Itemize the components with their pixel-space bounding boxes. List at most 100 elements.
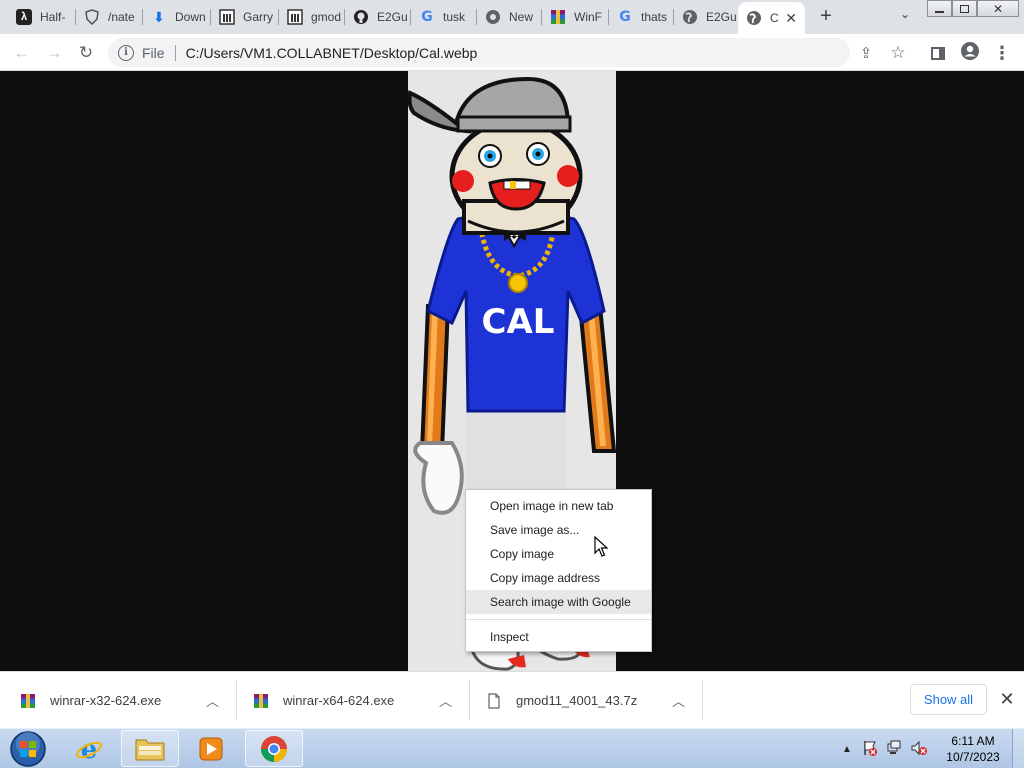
globe-icon xyxy=(682,9,698,25)
menu-item-inspect[interactable]: Inspect xyxy=(466,625,651,649)
mouse-cursor-icon xyxy=(594,536,608,557)
tab-e2guide-github[interactable]: E2Gu xyxy=(345,3,411,31)
half-life-icon: λ xyxy=(16,9,32,25)
tab-title: E2Gu xyxy=(377,10,408,24)
tab-title: Garry xyxy=(243,10,273,24)
side-panel-button[interactable] xyxy=(926,41,950,65)
google-icon: G xyxy=(421,9,433,25)
close-window-button[interactable]: ✕ xyxy=(977,0,1019,17)
url-text[interactable]: C:/Users/VM1.COLLABNET/Desktop/Cal.webp xyxy=(186,45,478,61)
tab-google-thats[interactable]: G thats xyxy=(609,3,673,31)
action-center-icon[interactable] xyxy=(862,740,878,759)
bookmark-button[interactable]: ☆ xyxy=(886,41,910,65)
start-button[interactable] xyxy=(4,730,52,768)
download-item[interactable]: winrar-x32-624.exe ︿ xyxy=(20,678,235,723)
chevron-up-icon[interactable]: ︿ xyxy=(439,691,452,710)
show-hidden-icons-icon[interactable]: ▲ xyxy=(842,744,852,755)
folder-icon xyxy=(135,739,165,760)
menu-item-copy-image[interactable]: Copy image xyxy=(466,542,651,566)
tab-title: tusk xyxy=(443,10,466,24)
tab-search-chevron-icon[interactable]: ⌄ xyxy=(896,7,914,25)
share-button[interactable]: ⇪ xyxy=(854,41,878,65)
restore-icon xyxy=(960,4,969,13)
tab-download[interactable]: ⬇ Down xyxy=(143,3,209,31)
menu-item-save-image-as[interactable]: Save image as... xyxy=(466,518,651,542)
new-tab-button[interactable]: + xyxy=(814,5,838,29)
chevron-up-icon[interactable]: ︿ xyxy=(672,691,685,710)
taskbar-file-explorer[interactable] xyxy=(121,730,179,767)
tab-gmod-wiki[interactable]: gmod xyxy=(279,3,343,31)
forward-button[interactable]: → xyxy=(42,41,66,65)
winrar-icon xyxy=(20,693,36,709)
back-button[interactable]: ← xyxy=(10,41,34,65)
google-icon: G xyxy=(619,9,631,25)
menu-item-search-image-google[interactable]: Search image with Google xyxy=(466,590,651,614)
tab-nate[interactable]: /nate xyxy=(76,3,140,31)
taskbar-clock[interactable]: 6:11 AM 10/7/2023 xyxy=(940,733,1006,765)
reload-button[interactable]: ↻ xyxy=(74,41,98,65)
taskbar-internet-explorer[interactable]: e xyxy=(60,730,118,767)
chevron-up-icon[interactable]: ︿ xyxy=(206,691,219,710)
menu-separator xyxy=(466,619,651,620)
menu-item-copy-image-address[interactable]: Copy image address xyxy=(466,566,651,590)
star-icon: ☆ xyxy=(890,43,906,62)
gmod-wiki-icon xyxy=(287,9,303,25)
address-bar[interactable]: i File C:/Users/VM1.COLLABNET/Desktop/Ca… xyxy=(108,38,850,67)
svg-text:e: e xyxy=(81,735,98,764)
tab-google-tusk[interactable]: G tusk xyxy=(411,3,477,31)
kebab-menu-icon: ⋮ xyxy=(993,42,1011,63)
restore-button[interactable] xyxy=(952,0,977,17)
downloads-bar: winrar-x32-624.exe ︿ winrar-x64-624.exe … xyxy=(0,671,1024,728)
download-item[interactable]: winrar-x64-624.exe ︿ xyxy=(253,678,468,723)
globe-icon xyxy=(746,10,762,26)
show-all-downloads-button[interactable]: Show all xyxy=(910,684,987,715)
reload-icon: ↻ xyxy=(78,43,94,62)
tab-half-life[interactable]: λ Half- xyxy=(8,3,72,31)
minimize-button[interactable] xyxy=(927,0,952,17)
menu-item-open-image-new-tab[interactable]: Open image in new tab xyxy=(466,494,651,518)
chrome-icon xyxy=(260,735,288,762)
shield-icon xyxy=(84,9,100,25)
menu-button[interactable]: ⋮ xyxy=(990,41,1014,65)
close-icon: ✕ xyxy=(992,1,1004,16)
gmod-wiki-icon xyxy=(219,9,235,25)
profile-button[interactable] xyxy=(958,41,982,65)
media-player-icon xyxy=(199,737,223,760)
taskbar-chrome[interactable] xyxy=(245,730,303,767)
download-filename: gmod11_4001_43.7z xyxy=(516,693,638,708)
tab-garrys-mod-wiki[interactable]: Garry xyxy=(211,3,277,31)
clock-time: 6:11 AM xyxy=(951,734,995,748)
avatar-icon xyxy=(960,41,980,66)
download-item[interactable]: gmod11_4001_43.7z ︿ xyxy=(486,678,701,723)
side-panel-icon xyxy=(931,46,945,60)
tab-title: Half- xyxy=(40,10,66,24)
tab-title: WinF xyxy=(574,10,602,24)
share-icon: ⇪ xyxy=(859,45,873,62)
system-tray: ▲ xyxy=(842,729,928,768)
tab-new-tab[interactable]: New xyxy=(477,3,541,31)
network-icon[interactable] xyxy=(886,740,902,759)
taskbar-media-player[interactable] xyxy=(182,730,240,767)
forward-arrow-icon: → xyxy=(45,43,63,62)
back-arrow-icon: ← xyxy=(13,43,31,62)
tab-e2guide[interactable]: E2Gu xyxy=(674,3,738,31)
windows-taskbar: e ▲ 6:11 AM 10/7/2023 xyxy=(0,728,1024,768)
tab-close-icon[interactable]: ✕ xyxy=(785,10,797,27)
browser-toolbar: ← → ↻ i File C:/Users/VM1.COLLABNET/Desk… xyxy=(0,34,1024,71)
tab-strip: λ Half- /nate ⬇ Down Garry gmod E2Gu G t… xyxy=(0,0,1024,34)
tab-title: New xyxy=(509,10,534,24)
internet-explorer-icon: e xyxy=(76,735,102,764)
image-viewer: CAL Open image in new tab Save image as.… xyxy=(0,71,1024,671)
tab-active-cal[interactable]: C ✕ xyxy=(738,2,805,34)
url-scheme-chip: File xyxy=(142,44,165,61)
file-icon xyxy=(486,692,502,709)
info-icon[interactable]: i xyxy=(118,44,134,61)
close-downloads-bar-icon[interactable]: ✕ xyxy=(998,688,1016,710)
volume-muted-icon[interactable] xyxy=(910,740,928,759)
download-icon: ⬇ xyxy=(153,8,165,25)
winrar-icon xyxy=(550,9,566,25)
show-desktop-button[interactable] xyxy=(1012,729,1024,768)
tab-title: C xyxy=(770,11,779,25)
tab-title: E2Gu xyxy=(706,10,737,24)
tab-winrar[interactable]: WinF xyxy=(542,3,608,31)
